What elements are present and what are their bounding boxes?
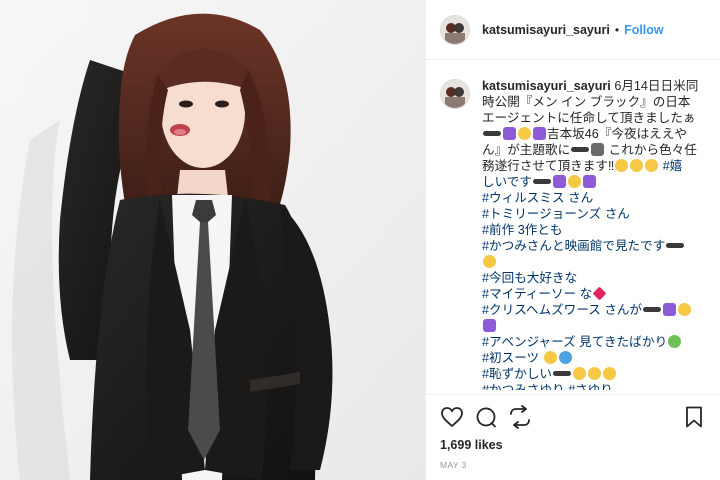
caption-line: 務遂行させて頂きます‼ #嬉 [482,159,683,173]
separator-dot: • [614,22,620,37]
wave-emoji-icon [533,179,551,184]
music-note-emoji-icon [583,175,596,188]
wave-emoji-icon [666,243,685,248]
scream-emoji-icon [602,367,616,380]
avatar-image [441,15,469,44]
caption-line: しいです [482,174,706,190]
hashtag-link[interactable]: #前作 3作とも [482,222,706,238]
caption-area: katsumisayuri_sayuri 6月14日日米同 時公開『メン イン … [426,60,720,390]
music-note-emoji-icon [663,303,677,316]
comment-icon[interactable] [474,405,498,429]
face-emoji-icon [615,159,629,172]
action-bar [426,394,720,438]
face-emoji-icon [678,303,692,316]
caption-text: katsumisayuri_sayuri 6月14日日米同 時公開『メン イン … [482,78,706,390]
hashtag-link[interactable]: #今回も大好きな [482,270,706,286]
avatar[interactable] [440,14,470,45]
scream-emoji-icon [572,367,586,380]
caption-line: #恥ずかしい [482,366,706,382]
caption-line: #かつみさんと映画館で見たです [482,238,706,254]
avatar-image [441,80,469,108]
heart-emoji-icon [592,286,607,301]
caption-username[interactable]: katsumisayuri_sayuri [482,79,611,93]
caption-line: #クリスヘムズワース さんが [482,302,706,318]
scream-emoji-icon [587,367,601,380]
likes-count[interactable]: 1,699 likes [440,438,503,452]
follow-button[interactable]: Follow [624,23,664,37]
frog-emoji-icon [591,143,605,156]
face-emoji-icon [645,159,659,172]
face-emoji-icon [518,127,531,140]
caption-line [482,318,706,334]
face-emoji-icon [568,175,581,188]
header-username[interactable]: katsumisayuri_sayuri [482,23,610,37]
caption-line: ん』が主題歌に これから色々任 [482,143,697,157]
caption-line: katsumisayuri_sayuri 6月14日日米同 [482,79,699,93]
face-emoji-icon [630,159,644,172]
wave-emoji-icon [483,131,501,136]
caption-comment: katsumisayuri_sayuri 6月14日日米同 時公開『メン イン … [440,78,706,390]
caption-line: 吉本坂46『今夜はええや [482,126,706,142]
share-icon[interactable] [508,405,532,429]
wave-emoji-icon [571,147,590,152]
portrait-image [0,0,425,480]
face-emoji-icon [543,351,557,364]
hashtag-link[interactable]: #ウィルスミス さん [482,190,706,206]
wave-emoji-icon [552,371,571,376]
hashtag-link[interactable]: #かつみさゆり #さゆり [482,382,706,390]
face-emoji-icon [668,335,682,348]
caption-line: 時公開『メン イン ブラック』の日本 [482,95,691,109]
post-date: MAY 3 [440,460,467,470]
music-note-emoji-icon [503,127,516,140]
bookmark-icon[interactable] [682,405,706,429]
caption-line: エージェントに任命して頂きましたぁ [482,111,696,125]
post-photo[interactable] [0,0,425,480]
music-note-emoji-icon [533,127,546,140]
instagram-post-view: katsumisayuri_sayuri • Follow katsumisay… [0,0,720,480]
wave-emoji-icon [643,307,662,312]
caption-line: #初スーツ [482,350,706,366]
caption-line: #マイティーソー な [482,286,706,302]
music-note-emoji-icon [483,319,496,332]
hashtag-link[interactable]: #嬉 [663,159,683,173]
post-header: katsumisayuri_sayuri • Follow [426,0,720,60]
caption-line: #アベンジャーズ 見てきたばかり [482,334,706,350]
heart-icon[interactable] [440,405,464,429]
post-sidebar: katsumisayuri_sayuri • Follow katsumisay… [425,0,720,480]
caption-avatar[interactable] [440,79,470,109]
sweat-emoji-icon [558,351,572,364]
music-note-emoji-icon [553,175,566,188]
hashtag-link[interactable]: #トミリージョーンズ さん [482,206,706,222]
caption-line [482,254,706,270]
face-emoji-icon [483,255,496,268]
